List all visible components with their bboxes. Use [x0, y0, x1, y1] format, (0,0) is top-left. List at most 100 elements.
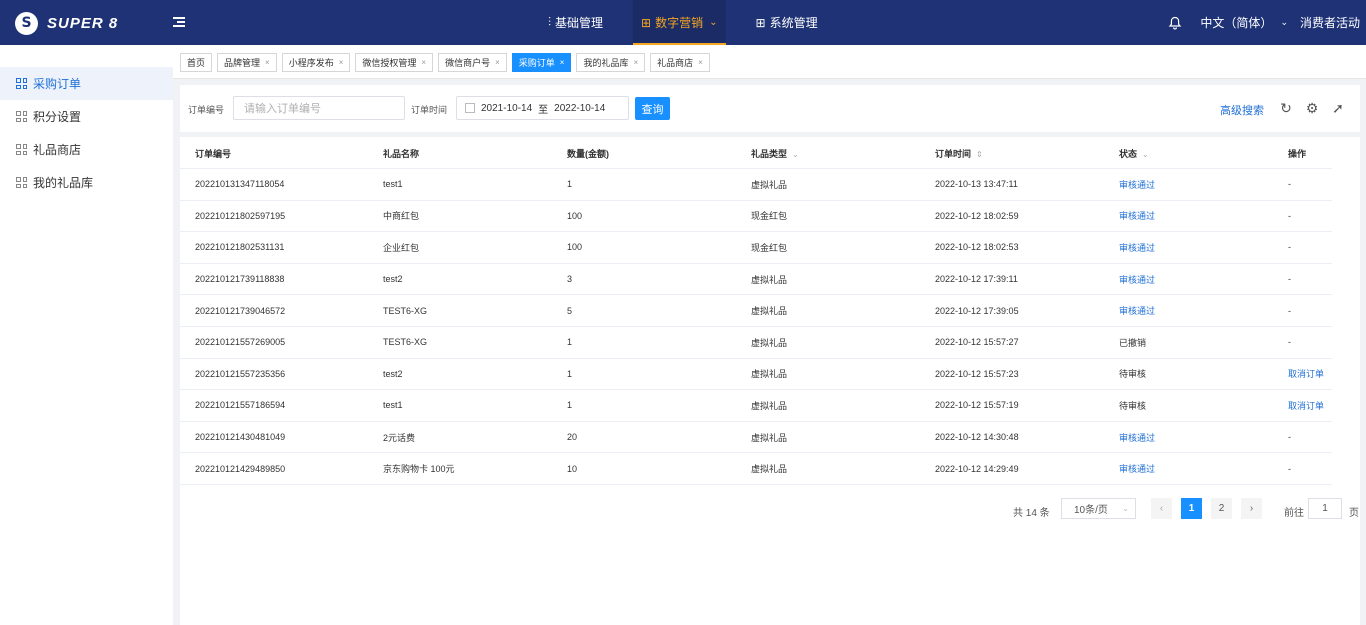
cell-order-time: 2022-10-12 18:02:53 [935, 242, 1019, 253]
goto-page-input[interactable]: 1 [1308, 498, 1342, 519]
tab-2[interactable]: 小程序发布 × [281, 53, 351, 72]
cell-gift-name: test2 [383, 368, 403, 379]
sidebar-item-2[interactable]: 礼品商店 [0, 133, 173, 166]
close-icon[interactable]: × [698, 58, 703, 67]
nav-item-2[interactable]: ⊞ 系统管理 [748, 0, 826, 45]
cell-order-time: 2022-10-12 18:02:59 [935, 210, 1019, 221]
tab-label: 我的礼品库 [583, 58, 629, 68]
grid-icon: ⊞ [755, 15, 766, 30]
cell-action: - [1288, 305, 1291, 316]
next-page-button[interactable]: › [1241, 498, 1262, 519]
date-range-picker[interactable]: 2021-10-14 至 2022-10-14 [456, 96, 629, 120]
cell-action[interactable]: 取消订单 [1288, 399, 1332, 412]
advanced-search-link[interactable]: 高级搜索 [1220, 102, 1264, 118]
cell-gift-type: 现金红包 [751, 211, 788, 222]
cell-gift-type: 虚拟礼品 [751, 432, 788, 443]
tab-3[interactable]: 微信授权管理 × [355, 53, 434, 72]
sidebar-item-1[interactable]: 积分设置 [0, 100, 173, 133]
tab-label: 微信商户号 [445, 58, 491, 68]
col-header-gift-type[interactable]: 礼品类型 ⌄ [736, 147, 920, 160]
query-button[interactable]: 查询 [635, 97, 670, 120]
search-bar: 订单编号 请输入订单编号 订单时间 2021-10-14 至 2022-10-1… [180, 85, 1360, 131]
cell-action: - [1288, 179, 1291, 190]
main-panel: 订单编号 请输入订单编号 订单时间 2021-10-14 至 2022-10-1… [180, 85, 1360, 625]
sidebar-item-0[interactable]: 采购订单 [0, 67, 173, 100]
tab-7[interactable]: 礼品商店 × [650, 53, 710, 72]
filter-icon[interactable]: ⌄ [792, 150, 799, 159]
tab-1[interactable]: 品牌管理 × [217, 53, 277, 72]
cell-status: 已撤销 [1119, 337, 1147, 348]
close-icon[interactable]: × [339, 58, 344, 67]
sort-icon[interactable]: ⇕ [976, 150, 983, 159]
logo[interactable]: S SUPER 8 [15, 11, 118, 35]
cell-action: - [1288, 337, 1291, 348]
page-2-button[interactable]: 2 [1211, 498, 1232, 519]
col-header-order-time[interactable]: 订单时间 ⇕ [920, 147, 1104, 160]
close-icon[interactable]: × [495, 58, 500, 67]
sidebar-item-3[interactable]: 我的礼品库 [0, 166, 173, 199]
close-icon[interactable]: × [421, 58, 426, 67]
nav-item-0[interactable]: ⫶ 基础管理 [540, 0, 611, 45]
tab-5[interactable]: 采购订单 × [511, 53, 572, 72]
cell-status: 审核通过 [1119, 179, 1156, 190]
table-row: 202210131347118054 test1 1 虚拟礼品 2022-10-13 1… [180, 169, 1332, 201]
activity-link[interactable]: 消费者活动 [1300, 14, 1360, 31]
logo-mark: S [15, 11, 38, 35]
top-header: S SUPER 8 ⫶ 基础管理 ⊞ 数字营销 ⌄ ⊞ 系统管理 中文（简体） ⌄ 消费者活… [0, 0, 1366, 45]
close-icon[interactable]: × [633, 58, 638, 67]
filter-icon[interactable]: ⌄ [1142, 150, 1149, 159]
close-icon[interactable]: × [560, 58, 565, 67]
export-icon[interactable]: ➚ [1329, 99, 1347, 117]
cell-order-number: 202210121739118838 [195, 274, 285, 285]
menu-collapse-icon[interactable] [173, 15, 187, 29]
order-number-input[interactable]: 请输入订单编号 [233, 96, 405, 120]
grid-icon: ⊞ [641, 15, 652, 30]
cell-order-number: 202210121739046572 [195, 305, 286, 316]
cell-order-time: 2022-10-12 17:39:11 [935, 274, 1018, 285]
sliders-icon: ⫶ [548, 15, 552, 29]
tab-4[interactable]: 微信商户号 × [438, 53, 507, 72]
toolbar-icons: ↻ ⚙ ➚ [1277, 99, 1355, 117]
col-header-status[interactable]: 状态 ⌄ [1104, 147, 1288, 160]
cell-action: - [1288, 274, 1291, 285]
refresh-icon[interactable]: ↻ [1277, 99, 1295, 117]
sidebar-item-label: 采购订单 [33, 77, 82, 91]
col-header-order-time-label: 订单时间 [935, 148, 972, 159]
col-header-gift-name: 礼品名称 [383, 148, 420, 159]
divider [180, 132, 1360, 137]
tab-0[interactable]: 首页 [180, 53, 213, 72]
col-header-gift-type-label: 礼品类型 [751, 148, 788, 159]
col-header-status-label: 状态 [1119, 148, 1138, 159]
table-row: 202210121557235356 test2 1 虚拟礼品 2022-10-12 1… [180, 359, 1332, 391]
order-time-label: 订单时间 [411, 105, 448, 115]
cell-order-time: 2022-10-12 15:57:19 [935, 400, 1019, 411]
cell-action: - [1288, 210, 1291, 221]
table-row: 202210121802531131 企业红包 100 现金红包 2022-10-12 … [180, 232, 1332, 264]
bell-icon[interactable] [1168, 16, 1182, 30]
close-icon[interactable]: × [265, 58, 270, 67]
page-size-select[interactable]: 10条/页 ⌄ [1061, 498, 1136, 519]
cell-order-number: 202210131347118054 [195, 179, 285, 190]
cell-order-number: 202210121557235356 [195, 368, 286, 379]
cell-order-time: 2022-10-12 15:57:23 [935, 368, 1019, 379]
table-row: 202210121739118838 test2 3 虚拟礼品 2022-10-12 1… [180, 264, 1332, 296]
settings-icon[interactable]: ⚙ [1303, 99, 1321, 117]
cell-action[interactable]: 取消订单 [1288, 367, 1332, 380]
grid-icon [16, 111, 27, 122]
tab-6[interactable]: 我的礼品库 × [576, 53, 646, 72]
cell-status: 待审核 [1119, 369, 1147, 380]
grid-icon [16, 78, 27, 89]
cell-status: 审核通过 [1119, 432, 1156, 443]
tab-label: 小程序发布 [288, 58, 334, 68]
language-label: 中文（简体） [1200, 16, 1273, 30]
cell-quantity: 1 [567, 179, 573, 190]
page-1-button[interactable]: 1 [1181, 498, 1202, 519]
nav-item-1[interactable]: ⊞ 数字营销 ⌄ [633, 0, 726, 45]
header-right: 中文（简体） ⌄ 消费者活动 [1168, 0, 1360, 45]
cell-status: 审核通过 [1119, 242, 1156, 253]
grid-icon [16, 144, 27, 155]
cell-order-time: 2022-10-12 15:57:27 [935, 337, 1019, 348]
table-row: 202210121557269005 TEST6-XG 1 虚拟礼品 2022-10-1… [180, 327, 1332, 359]
language-select[interactable]: 中文（简体） ⌄ [1200, 14, 1288, 31]
prev-page-button[interactable]: ‹ [1151, 498, 1172, 519]
